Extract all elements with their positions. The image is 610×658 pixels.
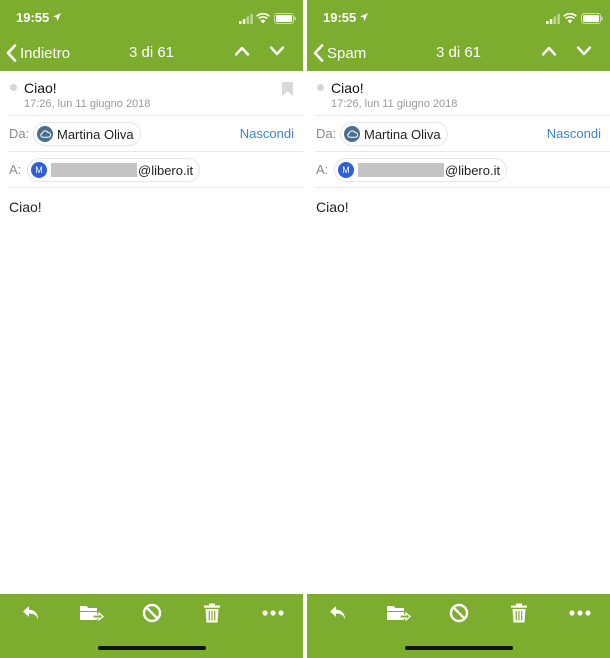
from-row: Da: Martina Oliva Nascondi: [9, 115, 303, 151]
location-icon: [360, 13, 368, 21]
to-row: A: M @libero.it: [316, 151, 610, 187]
battery-icon: [274, 13, 296, 24]
more-icon[interactable]: [569, 610, 591, 616]
back-button[interactable]: Indietro: [6, 43, 70, 63]
screen-spam: 19:55 Spam 3 di 61 Ciao! 17:26, lun 11 g…: [307, 0, 610, 658]
read-status-dot: [317, 84, 324, 91]
message-date: 17:26, lun 11 giugno 2018: [24, 98, 151, 110]
back-label: Spam: [327, 44, 367, 62]
nav-bar: Spam 3 di 61: [307, 40, 610, 66]
wifi-icon: [256, 13, 270, 24]
home-indicator[interactable]: [405, 646, 513, 650]
spam-icon[interactable]: [141, 602, 163, 624]
message-subject: Ciao!: [331, 80, 364, 96]
body-divider: [9, 187, 303, 188]
reply-icon[interactable]: [20, 602, 42, 624]
home-indicator[interactable]: [98, 646, 206, 650]
chevron-up-icon[interactable]: [541, 45, 557, 57]
recipient-chip[interactable]: M @libero.it: [27, 158, 201, 182]
top-bar: 19:55 Spam 3 di 61: [307, 0, 610, 71]
to-label: A:: [9, 162, 22, 177]
move-folder-icon[interactable]: [78, 602, 104, 624]
hide-details-link[interactable]: Nascondi: [240, 126, 294, 141]
bookmark-icon[interactable]: [282, 82, 293, 96]
trash-icon[interactable]: [202, 602, 222, 624]
nav-bar: Indietro 3 di 61: [0, 40, 303, 66]
trash-icon[interactable]: [509, 602, 529, 624]
chevron-up-icon[interactable]: [234, 45, 250, 57]
sender-name: Martina Oliva: [57, 126, 134, 142]
location-icon: [53, 13, 61, 21]
cloud-avatar-icon: [37, 126, 53, 142]
from-label: Da:: [316, 126, 337, 141]
message-body: Ciao!: [9, 199, 42, 215]
hide-details-link[interactable]: Nascondi: [547, 126, 601, 141]
recipient-domain: @libero.it: [138, 162, 194, 178]
cellular-signal-icon: [239, 14, 253, 24]
chevron-down-icon[interactable]: [576, 45, 592, 57]
from-row: Da: Martina Oliva Nascondi: [316, 115, 610, 151]
battery-icon: [581, 13, 603, 24]
sender-name: Martina Oliva: [364, 126, 441, 142]
from-label: Da:: [9, 126, 30, 141]
wifi-icon: [563, 13, 577, 24]
redacted-address: [51, 163, 137, 177]
recipient-domain: @libero.it: [445, 162, 501, 178]
back-label: Indietro: [20, 44, 71, 62]
to-row: A: M @libero.it: [9, 151, 303, 187]
read-status-dot: [10, 84, 17, 91]
screen-inbox: 19:55 Indietro 3 di 61 Ciao! 17:26, lun …: [0, 0, 303, 658]
sender-chip[interactable]: Martina Oliva: [340, 122, 448, 146]
message-body: Ciao!: [316, 199, 349, 215]
sender-chip[interactable]: Martina Oliva: [33, 122, 141, 146]
spam-icon[interactable]: [448, 602, 470, 624]
recipient-avatar: M: [338, 162, 354, 178]
more-icon[interactable]: [262, 610, 284, 616]
top-bar: 19:55 Indietro 3 di 61: [0, 0, 303, 71]
message-date: 17:26, lun 11 giugno 2018: [331, 98, 458, 110]
reply-icon[interactable]: [327, 602, 349, 624]
recipient-avatar: M: [31, 162, 47, 178]
cellular-signal-icon: [546, 14, 560, 24]
back-button[interactable]: Spam: [313, 43, 366, 63]
redacted-address: [358, 163, 444, 177]
status-time: 19:55: [323, 10, 357, 25]
body-divider: [316, 187, 610, 188]
chevron-down-icon[interactable]: [269, 45, 285, 57]
chevron-left-icon: [313, 44, 324, 62]
to-label: A:: [316, 162, 329, 177]
move-folder-icon[interactable]: [385, 602, 411, 624]
cloud-avatar-icon: [344, 126, 360, 142]
status-time: 19:55: [16, 10, 50, 25]
message-header: Ciao! 17:26, lun 11 giugno 2018: [0, 71, 303, 115]
message-subject: Ciao!: [24, 80, 57, 96]
message-header: Ciao! 17:26, lun 11 giugno 2018: [307, 71, 610, 115]
status-bar: 19:55: [0, 9, 303, 29]
recipient-chip[interactable]: M @libero.it: [334, 158, 508, 182]
chevron-left-icon: [6, 44, 17, 62]
status-bar: 19:55: [307, 9, 610, 29]
